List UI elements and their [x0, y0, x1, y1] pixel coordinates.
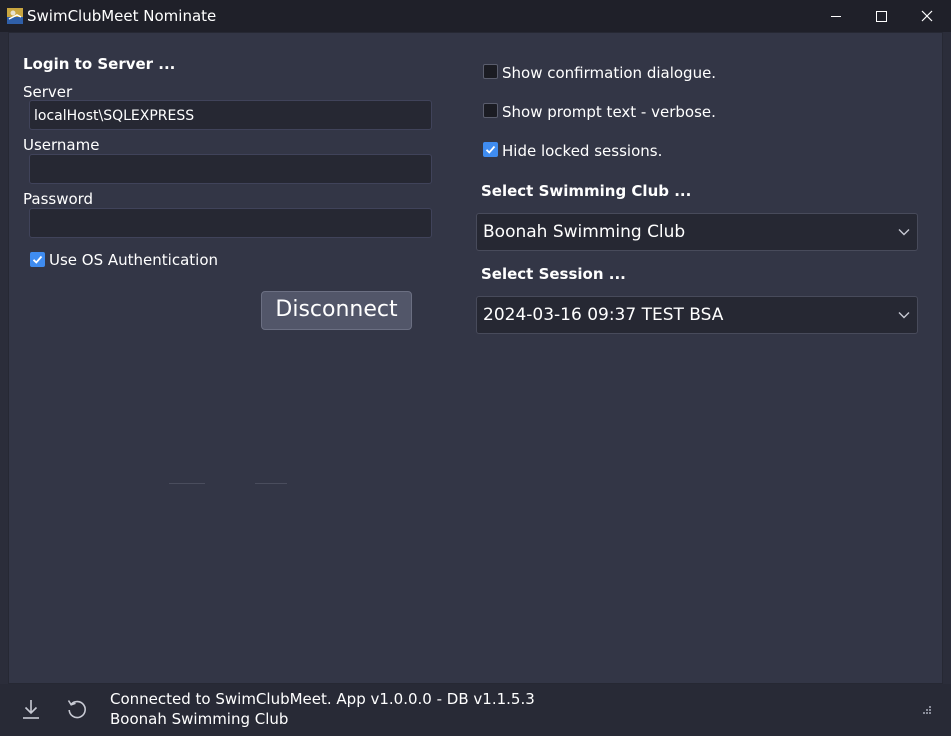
- hide-locked-checkbox[interactable]: [483, 142, 498, 157]
- club-select[interactable]: Boonah Swimming Club: [476, 213, 918, 251]
- window-title: SwimClubMeet Nominate: [27, 7, 217, 25]
- server-input[interactable]: localHost\SQLEXPRESS: [29, 100, 432, 130]
- club-heading: Select Swimming Club ...: [481, 182, 692, 200]
- server-label: Server: [23, 83, 73, 101]
- session-select-value: 2024-03-16 09:37 TEST BSA: [483, 305, 724, 325]
- password-label: Password: [23, 190, 94, 208]
- show-prompt-checkbox[interactable]: [483, 103, 498, 118]
- os-auth-label[interactable]: Use OS Authentication: [49, 251, 218, 269]
- os-auth-checkbox[interactable]: [30, 252, 45, 267]
- refresh-icon[interactable]: [66, 698, 88, 720]
- show-confirmation-checkbox[interactable]: [483, 64, 498, 79]
- password-input[interactable]: [29, 208, 432, 238]
- club-select-value: Boonah Swimming Club: [483, 222, 686, 242]
- disconnect-button[interactable]: Disconnect: [261, 291, 412, 330]
- title-bar: SwimClubMeet Nominate: [0, 0, 951, 32]
- maximize-icon: [876, 11, 887, 22]
- session-select[interactable]: 2024-03-16 09:37 TEST BSA: [476, 296, 918, 334]
- close-icon: [921, 10, 933, 22]
- download-icon[interactable]: [21, 698, 41, 720]
- chevron-down-icon: [898, 312, 910, 319]
- minimize-button[interactable]: [813, 0, 859, 32]
- main-panel: Login to Server ... Server localHost\SQL…: [8, 32, 943, 684]
- maximize-button[interactable]: [858, 0, 904, 32]
- chevron-down-icon: [898, 229, 910, 236]
- checkmark-icon: [485, 145, 496, 154]
- divider: [169, 483, 205, 484]
- close-button[interactable]: [904, 0, 950, 32]
- login-heading: Login to Server ...: [23, 55, 176, 73]
- show-confirmation-label[interactable]: Show confirmation dialogue.: [502, 64, 716, 82]
- username-label: Username: [23, 136, 100, 154]
- resize-grip-icon[interactable]: [921, 704, 933, 716]
- checkmark-icon: [32, 255, 43, 264]
- divider: [255, 483, 287, 484]
- username-input[interactable]: [29, 154, 432, 184]
- minimize-icon: [831, 16, 841, 17]
- hide-locked-label[interactable]: Hide locked sessions.: [502, 142, 662, 160]
- status-club-text: Boonah Swimming Club: [110, 710, 289, 728]
- session-heading: Select Session ...: [481, 265, 626, 283]
- status-connection-text: Connected to SwimClubMeet. App v1.0.0.0 …: [110, 690, 535, 708]
- status-bar: Connected to SwimClubMeet. App v1.0.0.0 …: [0, 684, 951, 736]
- show-prompt-label[interactable]: Show prompt text - verbose.: [502, 103, 716, 121]
- swimmer-app-icon: [7, 8, 23, 24]
